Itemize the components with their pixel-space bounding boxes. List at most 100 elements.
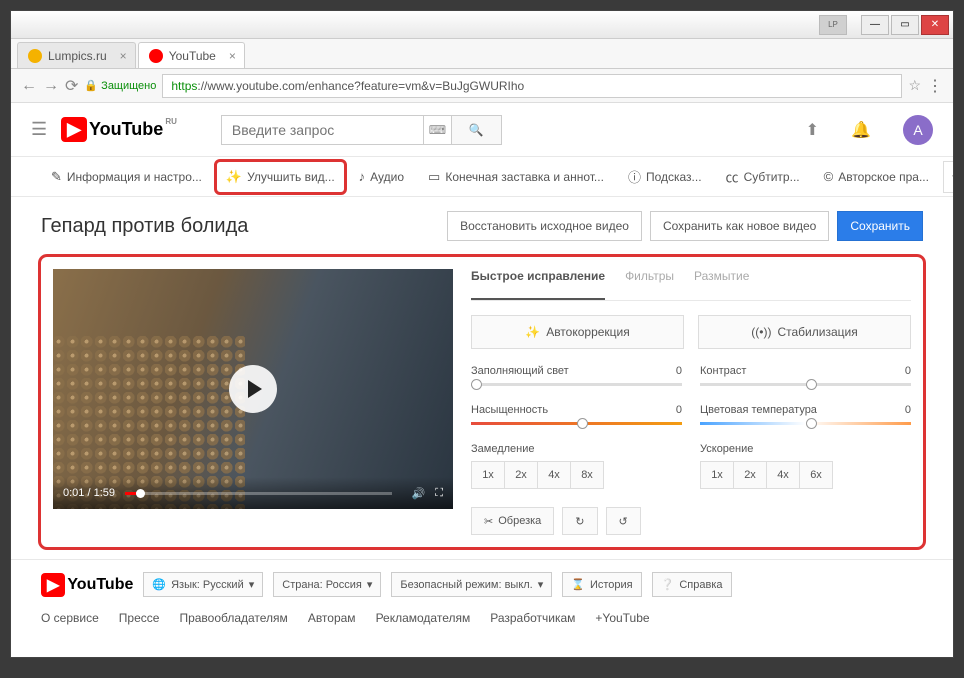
autocorrect-button[interactable]: ✨ Автокоррекция [471,315,684,349]
lang-button[interactable]: 🌐 Язык: Русский ▾ [143,572,263,597]
tab-copyright[interactable]: ©Авторское пра... [814,161,939,193]
slider-track[interactable] [471,383,682,386]
progress-bar[interactable] [125,492,392,495]
speed-1x[interactable]: 1x [700,461,734,489]
footer-link[interactable]: Рекламодателям [376,611,471,625]
tab-quickfix[interactable]: Быстрое исправление [471,269,605,300]
fullscreen-icon[interactable]: ⛶ [435,487,443,500]
url-field[interactable]: https://www.youtube.com/enhance?feature=… [162,74,902,98]
hamburger-icon[interactable]: ☰ [31,119,47,140]
history-button[interactable]: ⌛ История [562,572,641,597]
button-label: Стабилизация [777,325,857,339]
play-button[interactable] [229,365,277,413]
tab-endscreen[interactable]: ▭Конечная заставка и аннот... [418,161,614,193]
slider-track[interactable] [471,422,682,425]
window-close[interactable]: ✕ [921,15,949,35]
save-as-button[interactable]: Сохранить как новое видео [650,211,829,241]
browser-tab-youtube[interactable]: YouTube× [138,42,245,68]
menu-icon[interactable]: ⋮ [927,76,943,96]
speed-8x[interactable]: 8x [570,461,604,489]
speed-4x[interactable]: 4x [537,461,571,489]
restore-button[interactable]: Восстановить исходное видео [447,211,642,241]
tab-subtitles[interactable]: ㏄Субтитр... [716,161,810,193]
browser-tab-lumpics[interactable]: Lumpics.ru× [17,42,136,68]
tab-info[interactable]: ✎Информация и настро... [41,161,212,193]
tab-label: Аудио [370,170,404,184]
window-titlebar: LP — ▭ ✕ [11,11,953,39]
tab-enhance[interactable]: ✨Улучшить вид... [216,161,345,193]
copyright-icon: © [824,169,834,184]
footer-link[interactable]: Разработчикам [490,611,575,625]
slider-contrast: Контраст0 [700,365,911,386]
footer-link[interactable]: +YouTube [595,611,649,625]
speedup-group: Ускорение1x2x4x6x [700,443,911,489]
button-label: Автокоррекция [546,325,630,339]
slider-track[interactable] [700,422,911,425]
speed-4x[interactable]: 4x [766,461,800,489]
youtube-logo[interactable]: ▶YouTubeRU [61,117,177,142]
editor-panel: 0:01 / 1:59 🔊 ⛶ Быстрое исправление Филь… [41,257,923,547]
volume-icon[interactable]: 🔊 [412,487,426,500]
control-tabs: Быстрое исправление Фильтры Размытие [471,269,911,301]
tab-audio[interactable]: ♪Аудио [349,161,414,193]
nav-back-icon[interactable]: ← [21,77,37,95]
speed-2x[interactable]: 2x [504,461,538,489]
slider-thumb[interactable] [806,379,817,390]
logo-text: YouTube [89,119,163,140]
upload-icon[interactable]: ⬆ [806,120,819,140]
close-tab-icon[interactable]: × [229,49,236,63]
rotate-ccw-button[interactable]: ↺ [606,507,641,535]
avatar[interactable]: A [903,115,933,145]
rotate-cw-button[interactable]: ↻ [562,507,597,535]
nav-forward-icon[interactable]: → [43,77,59,95]
browser-tabs: Lumpics.ru× YouTube× [11,39,953,69]
slider-value: 0 [905,404,911,416]
speed-1x[interactable]: 1x [471,461,505,489]
window-maximize[interactable]: ▭ [891,15,919,35]
slowdown-group: Замедление1x2x4x8x [471,443,682,489]
stabilize-icon: ((•)) [751,325,771,339]
speed-6x[interactable]: 6x [799,461,833,489]
logo-region: RU [165,117,177,126]
window-minimize[interactable]: — [861,15,889,35]
footer-link[interactable]: О сервисе [41,611,99,625]
trim-button[interactable]: ✂Обрезка [471,507,554,535]
undo-button[interactable]: ↶ [943,161,953,193]
slider-thumb[interactable] [471,379,482,390]
keyboard-icon[interactable]: ⌨ [424,115,452,145]
stabilize-button[interactable]: ((•)) Стабилизация [698,315,911,349]
safemode-button[interactable]: Безопасный режим: выкл. ▾ [391,572,552,597]
button-label: История [590,579,633,591]
slider-thumb[interactable] [577,418,588,429]
video-player[interactable]: 0:01 / 1:59 🔊 ⛶ [53,269,453,509]
footer-link[interactable]: Авторам [308,611,356,625]
save-button[interactable]: Сохранить [837,211,923,241]
bookmark-icon[interactable]: ☆ [908,77,921,94]
rotate-ccw-icon: ↺ [619,515,628,528]
footer-link[interactable]: Правообладателям [179,611,287,625]
slider-track[interactable] [700,383,911,386]
favicon-icon [28,49,42,63]
youtube-logo-footer[interactable]: ▶YouTube [41,573,133,597]
footer-link[interactable]: Прессе [119,611,160,625]
country-button[interactable]: Страна: Россия ▾ [273,572,381,597]
url-https: https [171,79,197,93]
slider-thumb[interactable] [806,418,817,429]
speed-2x[interactable]: 2x [733,461,767,489]
button-label: Справка [679,579,722,591]
bell-icon[interactable]: 🔔 [851,120,871,140]
slider-value: 0 [905,365,911,377]
search-button[interactable]: 🔍 [452,115,502,145]
tab-cards[interactable]: ⓘПодсказ... [618,161,712,193]
nav-reload-icon[interactable]: ⟳ [65,76,78,96]
tab-filters[interactable]: Фильтры [625,269,674,300]
search-input[interactable] [221,115,424,145]
favicon-icon [149,49,163,63]
tab-blur[interactable]: Размытие [694,269,749,300]
tab-label: Улучшить вид... [247,170,335,184]
wand-icon: ✨ [525,325,540,339]
help-button[interactable]: ❔ Справка [652,572,732,597]
tab-label: Субтитр... [744,170,800,184]
tab-label: Информация и настро... [67,170,202,184]
close-tab-icon[interactable]: × [120,49,127,63]
